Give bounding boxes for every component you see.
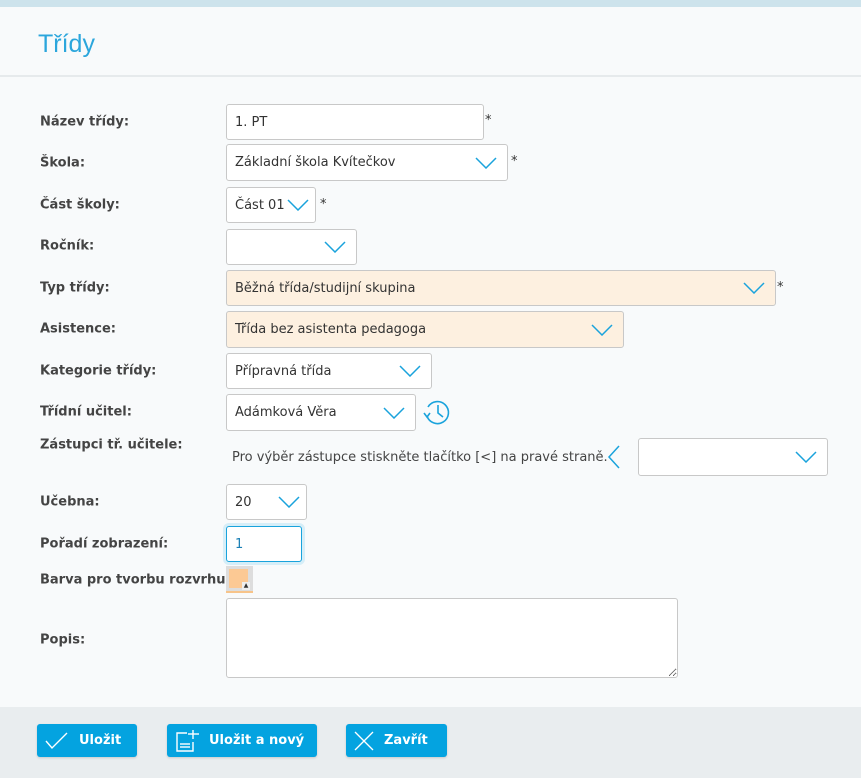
zastupci-hint: Pro výběr zástupce stiskněte tlačítko [<… <box>232 450 608 465</box>
poradi-value: 1 <box>235 536 244 552</box>
ucitel-select[interactable]: Adámková Věra <box>226 394 416 431</box>
cast-select[interactable]: Část 01 <box>226 187 316 223</box>
chevron-down-icon <box>399 365 421 377</box>
kategorie-select[interactable]: Přípravná třída <box>226 353 432 389</box>
typ-select[interactable]: Běžná třída/studijní skupina <box>226 270 776 306</box>
chevron-down-icon <box>287 199 309 211</box>
label-kategorie: Kategorie třídy: <box>40 363 157 379</box>
save-button[interactable]: Uložit <box>37 724 137 757</box>
triangle-icon: ▲ <box>242 582 250 590</box>
top-bar <box>0 0 861 7</box>
asistence-value: Třída bez asistenta pedagoga <box>235 322 427 337</box>
required-mark: * <box>320 197 327 212</box>
add-document-icon <box>176 729 199 752</box>
history-icon[interactable] <box>422 398 452 426</box>
required-mark: * <box>511 154 518 169</box>
color-swatch: ▲ <box>229 569 250 590</box>
label-barva: Barva pro tvorbu rozvrhu: <box>40 572 231 588</box>
chevron-down-icon <box>383 407 405 419</box>
label-cast: Část školy: <box>40 197 120 213</box>
chevron-left-icon[interactable] <box>607 445 621 469</box>
save-label: Uložit <box>79 733 122 748</box>
required-mark: * <box>777 280 784 295</box>
chevron-down-icon <box>795 451 817 463</box>
label-nazev: Název třídy: <box>40 114 130 130</box>
label-asistence: Asistence: <box>40 321 117 337</box>
save-and-new-button[interactable]: Uložit a nový <box>167 724 317 757</box>
save-and-new-label: Uložit a nový <box>209 733 305 748</box>
color-picker[interactable]: ▲ <box>226 566 253 593</box>
label-rocnik: Ročník: <box>40 238 95 254</box>
label-ucebna: Učebna: <box>40 494 100 510</box>
close-button[interactable]: Zavřít <box>346 724 447 757</box>
close-icon <box>354 731 374 750</box>
label-poradi: Pořadí zobrazení: <box>40 536 169 552</box>
check-icon <box>45 732 68 749</box>
chevron-down-icon <box>324 241 346 253</box>
poradi-input[interactable]: 1 <box>226 526 302 562</box>
label-ucitel: Třídní učitel: <box>40 404 132 420</box>
label-zastupci: Zástupci tř. učitele: <box>40 437 183 453</box>
nazev-input[interactable]: 1. PT <box>226 104 484 140</box>
skola-select[interactable]: Základní škola Kvítečkov <box>226 144 508 181</box>
chevron-down-icon <box>743 282 765 294</box>
rocnik-select[interactable] <box>226 229 357 265</box>
skola-value: Základní škola Kvítečkov <box>235 155 396 170</box>
chevron-down-icon <box>591 324 613 336</box>
label-typ: Typ třídy: <box>40 280 110 296</box>
required-mark: * <box>485 113 492 128</box>
asistence-select[interactable]: Třída bez asistenta pedagoga <box>226 311 624 348</box>
zastupci-select[interactable] <box>638 438 828 476</box>
chevron-down-icon <box>475 157 497 169</box>
popis-textarea[interactable] <box>226 598 678 678</box>
typ-value: Běžná třída/studijní skupina <box>235 280 416 296</box>
close-label: Zavřít <box>384 733 428 748</box>
label-skola: Škola: <box>40 155 86 171</box>
ucebna-select[interactable]: 20 <box>226 484 307 520</box>
nazev-value: 1. PT <box>235 114 268 130</box>
page-title: Třídy <box>38 30 95 58</box>
chevron-down-icon <box>278 496 300 508</box>
label-popis: Popis: <box>40 632 86 648</box>
header-divider <box>0 75 861 77</box>
